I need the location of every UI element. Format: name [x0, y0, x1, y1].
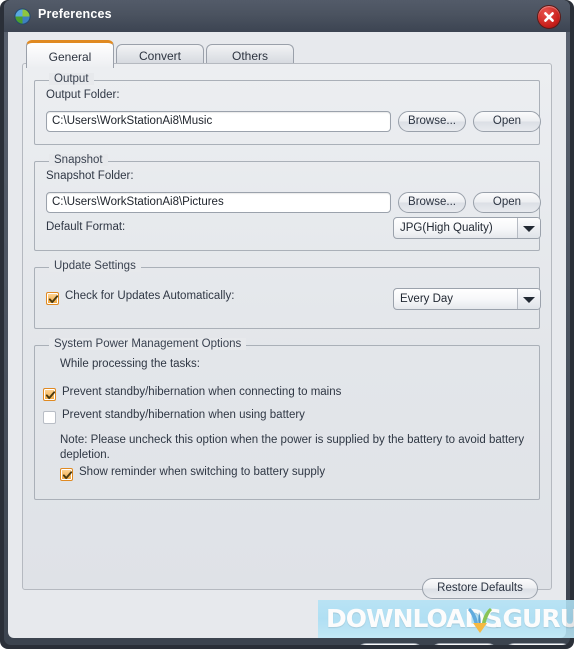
window-title: Preferences [38, 7, 112, 21]
window-inner-frame: Preferences General Convert Others Outpu… [4, 0, 570, 645]
apply-button[interactable]: Apply [504, 643, 570, 645]
output-folder-label: Output Folder: [46, 89, 120, 101]
tab-general[interactable]: General [26, 40, 114, 68]
restore-defaults-button[interactable]: Restore Defaults [422, 578, 538, 599]
snapshot-folder-label: Snapshot Folder: [46, 170, 134, 182]
prevent-standby-battery-label: Prevent standby/hibernation when using b… [62, 409, 305, 421]
battery-note: Note: Please uncheck this option when th… [60, 434, 525, 461]
chevron-down-icon[interactable] [517, 218, 540, 238]
cancel-button[interactable]: Cancel [430, 643, 498, 645]
default-format-label: Default Format: [46, 221, 126, 233]
power-subheading: While processing the tasks: [60, 358, 200, 370]
output-folder-input[interactable]: C:\Users\WorkStationAi8\Music [46, 111, 391, 132]
update-interval-select[interactable]: Every Day [393, 288, 541, 310]
watermark-text-right: .GURU [494, 604, 574, 633]
show-reminder-checkbox[interactable] [60, 468, 73, 481]
prevent-standby-battery-checkbox[interactable] [43, 411, 56, 424]
prevent-standby-mains-label: Prevent standby/hibernation when connect… [62, 386, 342, 398]
globe-icon [14, 8, 31, 25]
update-interval-value: Every Day [400, 293, 454, 305]
output-group: Output Output Folder: C:\Users\WorkStati… [34, 73, 541, 145]
chevron-down-icon[interactable] [517, 289, 540, 309]
snapshot-group-legend: Snapshot [49, 154, 108, 166]
tab-page-general: Output Output Folder: C:\Users\WorkStati… [22, 63, 552, 590]
default-format-value: JPG(High Quality) [400, 222, 493, 234]
snapshot-folder-input[interactable]: C:\Users\WorkStationAi8\Pictures [46, 192, 391, 213]
snapshot-group: Snapshot Snapshot Folder: C:\Users\WorkS… [34, 154, 541, 251]
update-settings-group: Update Settings Check for Updates Automa… [34, 260, 541, 329]
power-management-legend: System Power Management Options [49, 338, 247, 350]
check-updates-label: Check for Updates Automatically: [65, 290, 235, 302]
default-format-select[interactable]: JPG(High Quality) [393, 217, 541, 239]
output-group-legend: Output [49, 73, 94, 85]
title-bar: Preferences [4, 0, 570, 32]
ok-button[interactable]: OK [356, 643, 424, 645]
preferences-window: Preferences General Convert Others Outpu… [0, 0, 574, 649]
check-updates-checkbox[interactable] [46, 292, 59, 305]
output-open-button[interactable]: Open [473, 111, 541, 132]
dialog-client-area: General Convert Others Output Output Fol… [8, 32, 570, 645]
downloads-guru-watermark: DOWNLOADS .GURU [318, 600, 574, 638]
snapshot-browse-button[interactable]: Browse... [398, 192, 466, 213]
update-settings-legend: Update Settings [49, 260, 141, 272]
output-browse-button[interactable]: Browse... [398, 111, 466, 132]
show-reminder-label: Show reminder when switching to battery … [79, 466, 326, 478]
power-management-group: System Power Management Options While pr… [34, 338, 540, 500]
snapshot-open-button[interactable]: Open [473, 192, 541, 213]
close-icon[interactable] [537, 5, 561, 29]
prevent-standby-mains-checkbox[interactable] [43, 388, 56, 401]
leaf-logo-icon [464, 606, 494, 638]
